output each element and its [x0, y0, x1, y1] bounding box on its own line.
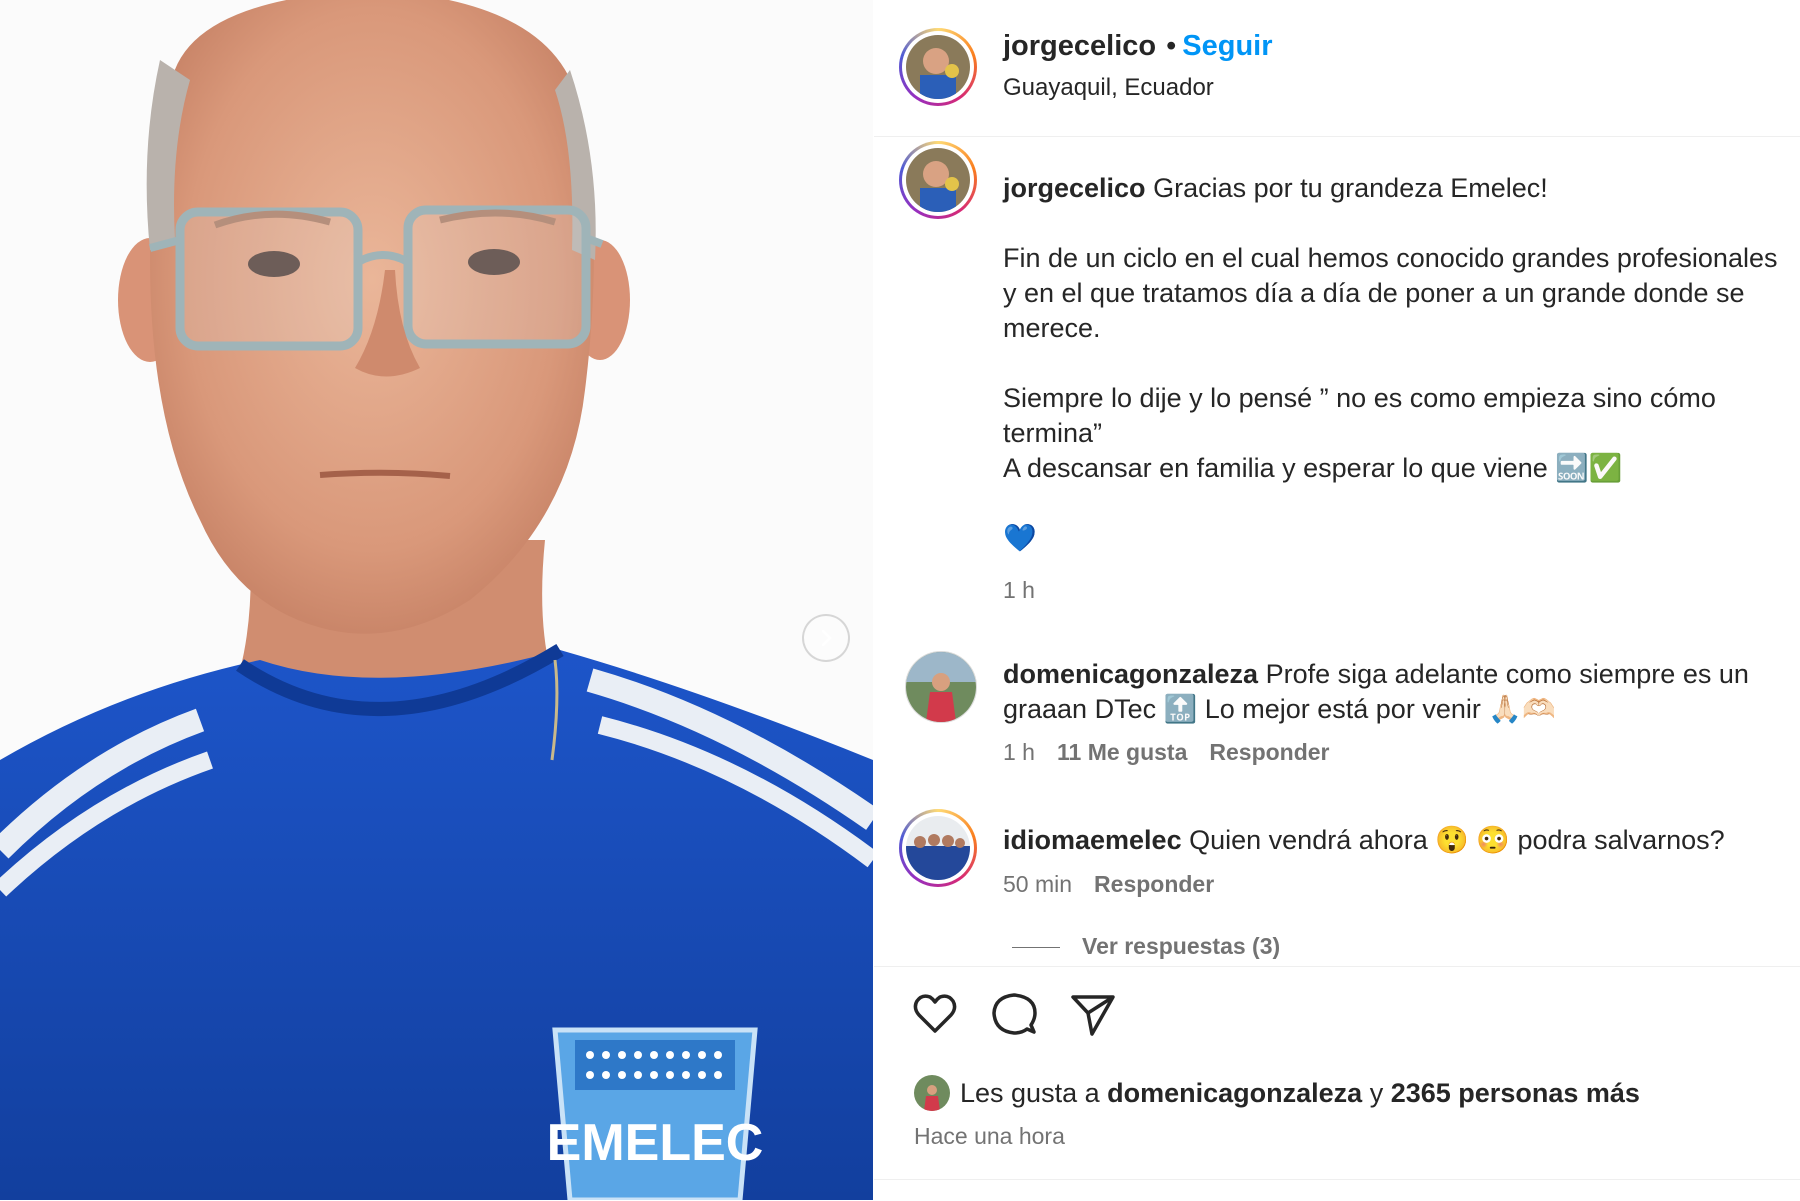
commenter-avatar[interactable]: [905, 651, 977, 723]
caption-line: Siempre lo dije y lo pensé ” no es como …: [1003, 383, 1716, 448]
liker-avatar[interactable]: [914, 1075, 950, 1111]
avatar-image: [906, 652, 976, 722]
caption-line: Gracias por tu grandeza Emelec!: [1153, 173, 1548, 203]
likes-conj: y: [1369, 1077, 1384, 1108]
view-replies-label: Ver respuestas (3): [1082, 933, 1281, 959]
comments-section[interactable]: jorgecelico Gracias por tu grandeza Emel…: [874, 137, 1800, 965]
like-button[interactable]: [910, 989, 960, 1039]
caption-line: A descansar en familia y esperar lo que …: [1003, 453, 1623, 483]
comment-likes[interactable]: 11 Me gusta: [1057, 739, 1187, 765]
post-actions: Les gusta a domenicagonzaleza y 2365 per…: [874, 966, 1800, 1201]
caption-line: Fin de un ciclo en el cual hemos conocid…: [1003, 243, 1778, 343]
post-location[interactable]: Guayaquil, Ecuador: [1003, 74, 1214, 102]
avatar-image: [906, 35, 970, 99]
comment-body: Quien vendrá ahora 😲 😳 podra salvarnos?: [1189, 825, 1725, 855]
follow-button[interactable]: Seguir: [1182, 30, 1272, 62]
crest-text: EMELEC: [547, 1114, 764, 1172]
comment-username[interactable]: idiomaemelec: [1003, 825, 1182, 855]
reply-button[interactable]: Responder: [1209, 739, 1329, 765]
post-panel: jorgecelico • Seguir Guayaquil, Ecuador jo…: [874, 0, 1800, 1200]
caption-avatar[interactable]: [899, 141, 977, 219]
comment-icon: [992, 993, 1037, 1035]
reply-button[interactable]: Responder: [1094, 871, 1214, 897]
comment-text: domenicagonzaleza Profe siga adelante co…: [1003, 657, 1783, 727]
replies-line: [1012, 947, 1060, 949]
avatar-image: [914, 1075, 950, 1111]
post-media: EMELEC: [0, 0, 873, 1200]
post-timestamp[interactable]: Hace una hora: [914, 1123, 1065, 1150]
post-header: jorgecelico • Seguir Guayaquil, Ecuador: [874, 0, 1800, 137]
likes-prefix: Les gusta a: [960, 1077, 1100, 1108]
share-button[interactable]: [1068, 989, 1118, 1039]
caption-text: jorgecelico Gracias por tu grandeza Emel…: [1003, 171, 1783, 556]
divider: [874, 1179, 1800, 1180]
avatar-image: [906, 148, 970, 212]
caption-line: 💙: [1003, 523, 1037, 553]
avatar-image: [906, 816, 970, 880]
comment-timestamp[interactable]: 50 min: [1003, 871, 1072, 897]
share-icon: [1071, 995, 1115, 1036]
commenter-avatar[interactable]: [899, 809, 977, 887]
view-replies-button[interactable]: Ver respuestas (3): [1012, 933, 1280, 960]
caption-username[interactable]: jorgecelico: [1003, 173, 1146, 203]
chevron-right-icon: [821, 629, 832, 647]
likes-summary: Les gusta a domenicagonzaleza y 2365 per…: [914, 1075, 1640, 1111]
heart-icon: [913, 994, 957, 1033]
author-username[interactable]: jorgecelico: [1003, 30, 1156, 62]
post-photo: EMELEC: [0, 0, 873, 1200]
author-avatar[interactable]: [899, 28, 977, 106]
caption-timestamp[interactable]: 1 h: [1003, 577, 1035, 603]
comment-timestamp[interactable]: 1 h: [1003, 739, 1035, 765]
comment-button[interactable]: [989, 989, 1039, 1039]
separator-dot: •: [1166, 30, 1177, 62]
comment-text: idiomaemelec Quien vendrá ahora 😲 😳 podr…: [1003, 823, 1783, 858]
next-slide-button[interactable]: [802, 614, 850, 662]
comment-username[interactable]: domenicagonzaleza: [1003, 659, 1258, 689]
likes-count[interactable]: 2365 personas más: [1391, 1078, 1640, 1109]
likes-user[interactable]: domenicagonzaleza: [1107, 1078, 1362, 1109]
